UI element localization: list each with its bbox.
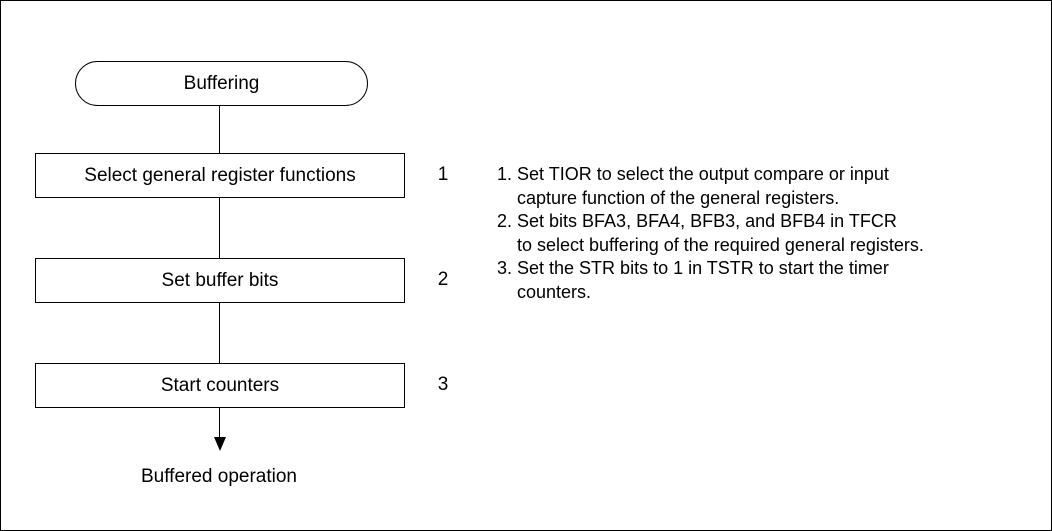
connector-step3-end — [219, 408, 220, 440]
start-label: Buffering — [183, 72, 260, 94]
step-label: Start counters — [160, 374, 280, 396]
step-label: Select general register functions — [84, 164, 356, 186]
step-number: 3 — [437, 374, 449, 395]
start-terminal: Buffering — [75, 61, 368, 106]
note-line: capture function of the general register… — [497, 187, 840, 208]
note-line: counters. — [497, 281, 592, 302]
note-line: 2. Set bits BFA3, BFA4, BFB3, and BFB4 i… — [497, 211, 897, 231]
notes-list: 1. Set TIOR to select the output compare… — [497, 163, 1037, 304]
step-label: Set buffer bits — [161, 269, 279, 291]
connector-step1-step2 — [219, 198, 220, 258]
note-line: 3. Set the STR bits to 1 in TSTR to star… — [497, 258, 889, 278]
step-select-register-functions: Select general register functions — [35, 153, 405, 198]
note-line: 1. Set TIOR to select the output compare… — [497, 164, 889, 184]
connector-step2-step3 — [219, 303, 220, 363]
note-line: to select buffering of the required gene… — [497, 234, 924, 255]
step-set-buffer-bits: Set buffer bits — [35, 258, 405, 303]
step-number: 1 — [437, 164, 449, 185]
end-label: Buffered operation — [141, 466, 297, 487]
step-start-counters: Start counters — [35, 363, 405, 408]
connector-start-step1 — [219, 106, 220, 153]
step-number: 2 — [437, 269, 449, 290]
arrowhead-down-icon — [214, 437, 226, 451]
